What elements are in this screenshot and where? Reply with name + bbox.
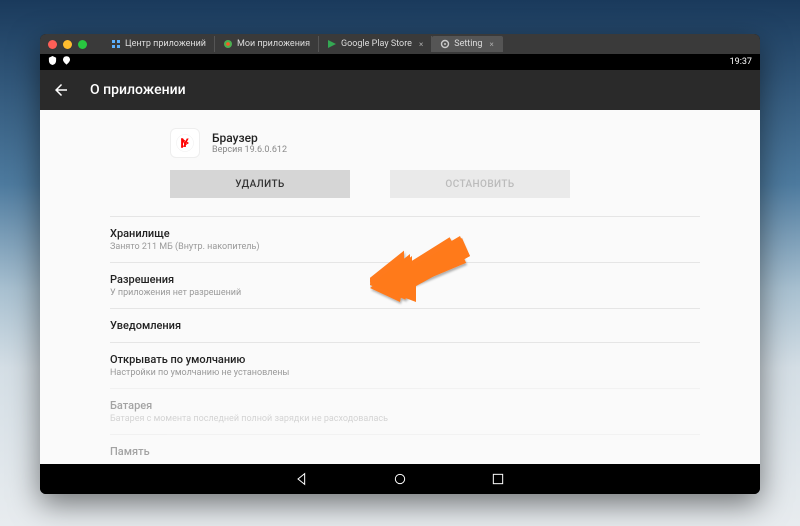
button-row: УДАЛИТЬ ОСТАНОВИТЬ bbox=[170, 170, 700, 198]
tab-label: Google Play Store bbox=[341, 39, 412, 49]
tab-label: Setting bbox=[454, 39, 482, 49]
section-title: Хранилище bbox=[110, 227, 700, 240]
section-memory[interactable]: Память bbox=[110, 434, 700, 464]
svg-text:Y: Y bbox=[181, 136, 189, 150]
window-titlebar: Центр приложений Мои приложения Google P… bbox=[40, 34, 760, 54]
nav-back-button[interactable] bbox=[293, 470, 311, 488]
section-title: Открывать по умолчанию bbox=[110, 353, 700, 366]
emulator-window: Центр приложений Мои приложения Google P… bbox=[40, 34, 760, 494]
tab-close-icon[interactable]: × bbox=[489, 40, 493, 49]
android-status-bar: 19:37 bbox=[40, 54, 760, 70]
section-battery[interactable]: Батарея Батарея с момента последней полн… bbox=[110, 388, 700, 434]
tab-label: Центр приложений bbox=[125, 39, 206, 49]
uninstall-button[interactable]: УДАЛИТЬ bbox=[170, 170, 350, 198]
my-apps-icon bbox=[223, 39, 233, 49]
section-subtitle: Настройки по умолчанию не установлены bbox=[110, 368, 700, 378]
maximize-window-button[interactable] bbox=[78, 40, 87, 49]
app-name: Браузер bbox=[212, 131, 287, 145]
emulator-tabs: Центр приложений Мои приложения Google P… bbox=[103, 36, 503, 52]
app-info-row: Y Браузер Версия 19.6.0.612 bbox=[170, 128, 700, 158]
close-window-button[interactable] bbox=[48, 40, 57, 49]
tab-settings[interactable]: Setting × bbox=[432, 36, 503, 52]
section-title: Батарея bbox=[110, 399, 700, 412]
tab-play-store[interactable]: Google Play Store × bbox=[319, 36, 432, 52]
play-store-icon bbox=[327, 39, 337, 49]
content-area: Y Браузер Версия 19.6.0.612 УДАЛИТЬ ОСТА… bbox=[40, 110, 760, 464]
tab-label: Мои приложения bbox=[237, 39, 310, 49]
section-title: Разрешения bbox=[110, 273, 700, 286]
section-subtitle: Батарея с момента последней полной заряд… bbox=[110, 414, 700, 424]
section-permissions[interactable]: Разрешения У приложения нет разрешений bbox=[110, 262, 700, 308]
tab-my-apps[interactable]: Мои приложения bbox=[215, 36, 319, 52]
location-icon bbox=[63, 56, 70, 68]
section-subtitle: Занято 211 МБ (Внутр. накопитель) bbox=[110, 242, 700, 252]
traffic-lights bbox=[48, 40, 87, 49]
section-title: Память bbox=[110, 445, 700, 458]
section-storage[interactable]: Хранилище Занято 211 МБ (Внутр. накопите… bbox=[110, 216, 700, 262]
app-icon: Y bbox=[170, 128, 200, 158]
section-subtitle: У приложения нет разрешений bbox=[110, 288, 700, 298]
nav-home-button[interactable] bbox=[391, 470, 409, 488]
app-meta: Браузер Версия 19.6.0.612 bbox=[212, 131, 287, 155]
app-center-icon bbox=[111, 39, 121, 49]
tab-app-center[interactable]: Центр приложений bbox=[103, 36, 215, 52]
minimize-window-button[interactable] bbox=[63, 40, 72, 49]
page-title: О приложении bbox=[90, 82, 186, 98]
shield-icon bbox=[48, 56, 57, 68]
clock: 19:37 bbox=[730, 57, 752, 67]
nav-recent-button[interactable] bbox=[489, 470, 507, 488]
tab-close-icon[interactable]: × bbox=[419, 40, 423, 49]
force-stop-button[interactable]: ОСТАНОВИТЬ bbox=[390, 170, 570, 198]
section-open-by-default[interactable]: Открывать по умолчанию Настройки по умол… bbox=[110, 342, 700, 388]
android-nav-bar bbox=[40, 464, 760, 494]
app-version: Версия 19.6.0.612 bbox=[212, 145, 287, 155]
gear-icon bbox=[440, 39, 450, 49]
section-notifications[interactable]: Уведомления bbox=[110, 308, 700, 342]
app-header: О приложении bbox=[40, 70, 760, 110]
section-title: Уведомления bbox=[110, 319, 700, 332]
back-button[interactable] bbox=[52, 81, 70, 99]
